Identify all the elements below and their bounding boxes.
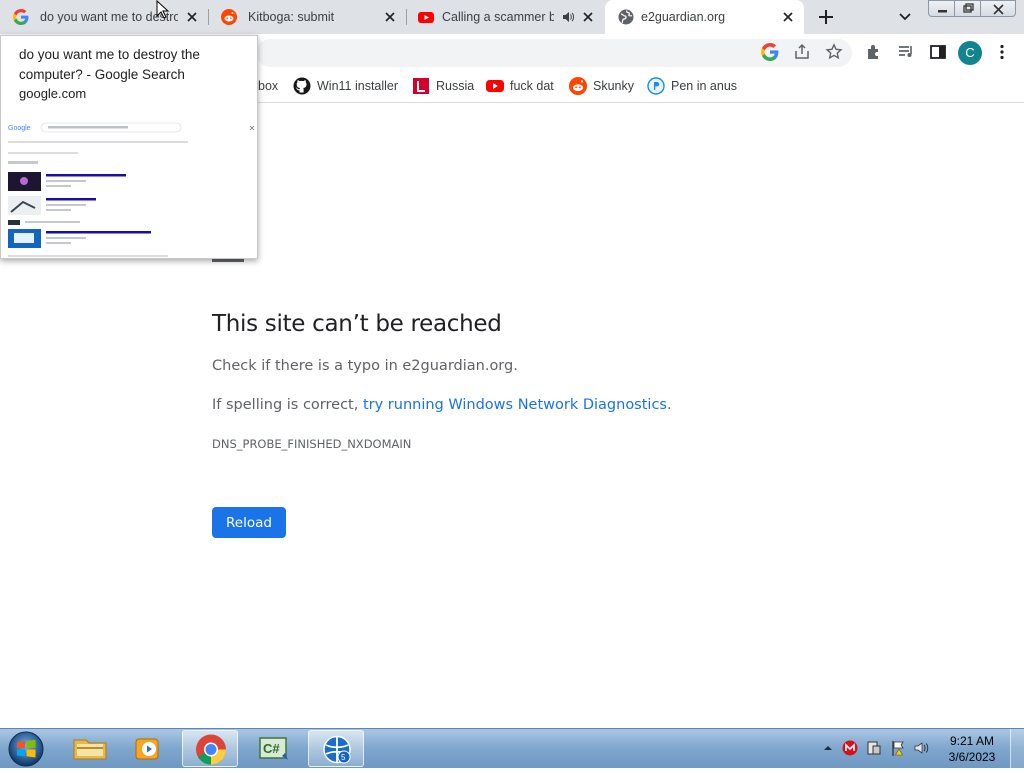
new-tab-icon[interactable] (816, 7, 836, 27)
hover-card-domain: google.com (19, 86, 87, 101)
tab-e2guardian[interactable]: e2guardian.org (605, 0, 804, 34)
minimize-icon (938, 10, 947, 13)
bookmark-label: Skunky (593, 79, 634, 93)
google-lens-icon[interactable] (761, 43, 779, 61)
search-results-thumbnail-image: Google (8, 122, 255, 257)
close-tab-icon[interactable] (782, 11, 794, 23)
extensions-icon[interactable] (865, 43, 883, 61)
taskbar-csharp[interactable]: C# (246, 730, 302, 767)
youtube-icon (418, 12, 434, 23)
chevron-down-icon[interactable] (896, 8, 914, 26)
taskbar-media-player[interactable] (120, 730, 176, 767)
action-center-flag-icon[interactable] (890, 740, 906, 756)
clock-time: 9:21 AM (949, 734, 995, 748)
error-diagnostics-suffix: . (666, 397, 672, 413)
explorer-icon (73, 739, 107, 760)
taskbar-explorer[interactable] (62, 730, 118, 767)
tab-youtube-scammer[interactable]: Calling a scammer by (406, 0, 604, 34)
error-typo-prefix: Check if there is a typo in (212, 358, 403, 374)
error-code: DNS_PROBE_FINISHED_NXDOMAIN (212, 437, 412, 451)
close-tab-icon[interactable] (186, 11, 198, 23)
audio-playing-icon[interactable] (562, 11, 575, 23)
russia-icon (413, 78, 429, 94)
bookmark-item[interactable]: Win11 installer (293, 76, 398, 96)
windows-taskbar: C# 5 9:21 AM 3/6/2023 (0, 728, 1024, 768)
media-player-icon (135, 738, 159, 760)
taskbar-network-app[interactable]: 5 (308, 730, 364, 767)
bookmark-label: box (258, 79, 279, 93)
bookmark-label: fuck dat (510, 79, 554, 93)
network-diagnostics-link[interactable]: try running Windows Network Diagnostics (363, 397, 667, 413)
bookmark-star-icon[interactable] (825, 43, 843, 61)
chrome-icon (196, 734, 226, 765)
tab-title: Calling a scammer by (442, 10, 554, 24)
github-icon (293, 77, 311, 95)
bookmark-item[interactable]: Pen in anus (647, 76, 737, 96)
profile-avatar[interactable]: C (958, 41, 982, 65)
reddit-icon (221, 9, 237, 25)
volume-icon[interactable] (914, 740, 930, 756)
error-heading: This site can’t be reached (212, 311, 502, 337)
bookmark-item[interactable]: Russia (412, 76, 474, 96)
network-app-icon: 5 (323, 735, 351, 764)
bookmark-item[interactable]: Skunky (569, 76, 634, 96)
clock-date: 3/6/2023 (948, 750, 996, 764)
tab-title: Kitboga: submit (248, 10, 335, 24)
close-window-button[interactable] (980, 0, 1016, 17)
svg-text:C#: C# (263, 741, 280, 756)
error-diagnostics-message: If spelling is correct, try running Wind… (212, 397, 672, 413)
start-button[interactable] (4, 730, 48, 768)
tab-google-search[interactable]: do you want me to destro (0, 0, 208, 34)
restore-icon (963, 3, 974, 13)
more-menu-icon[interactable] (993, 43, 1011, 61)
csharp-icon: C# (259, 737, 288, 760)
bookmark-label: Win11 installer (317, 79, 399, 93)
tab-strip: do you want me to destro Kitboga: submit… (0, 0, 1024, 34)
mouse-cursor-icon (156, 0, 170, 19)
hover-card-thumbnail: Google (1, 116, 257, 258)
youtube-icon (486, 80, 504, 92)
reload-button[interactable]: Reload (212, 507, 286, 538)
tab-title: e2guardian.org (641, 10, 726, 24)
close-tab-icon[interactable] (384, 11, 396, 23)
bookmark-label: Pen in anus (671, 79, 738, 93)
error-typo-suffix: . (513, 358, 518, 374)
device-tray-icon[interactable] (866, 740, 882, 756)
close-icon (993, 4, 1004, 15)
tab-hover-card: do you want me to destroy the computer? … (0, 35, 258, 259)
error-diagnostics-prefix: If spelling is correct, (212, 397, 363, 413)
antivirus-tray-icon[interactable] (842, 740, 858, 756)
svg-text:5: 5 (341, 753, 346, 762)
pen-icon (647, 77, 665, 95)
media-control-icon[interactable] (897, 43, 915, 61)
show-hidden-icons-icon[interactable] (820, 740, 836, 756)
system-clock[interactable]: 9:21 AM 3/6/2023 (944, 733, 1000, 765)
taskbar-chrome[interactable] (182, 730, 238, 767)
bookmark-label: Russia (436, 79, 475, 93)
show-desktop-button[interactable] (1010, 729, 1024, 768)
error-domain: e2guardian.org (402, 358, 514, 374)
share-icon[interactable] (793, 43, 811, 61)
error-typo-message: Check if there is a typo in e2guardian.o… (212, 358, 518, 374)
restore-button[interactable] (954, 0, 981, 17)
globe-icon (618, 9, 634, 25)
google-icon (13, 9, 29, 25)
reddit-icon (569, 77, 587, 95)
svg-text:Google: Google (8, 125, 31, 132)
tab-kitboga[interactable]: Kitboga: submit (208, 0, 406, 34)
bookmark-item[interactable]: fuck dat (486, 76, 554, 96)
close-tab-icon[interactable] (582, 11, 594, 23)
hover-card-title: do you want me to destroy the computer? … (19, 47, 200, 82)
minimize-button[interactable] (928, 0, 955, 17)
side-panel-icon[interactable] (929, 43, 947, 61)
